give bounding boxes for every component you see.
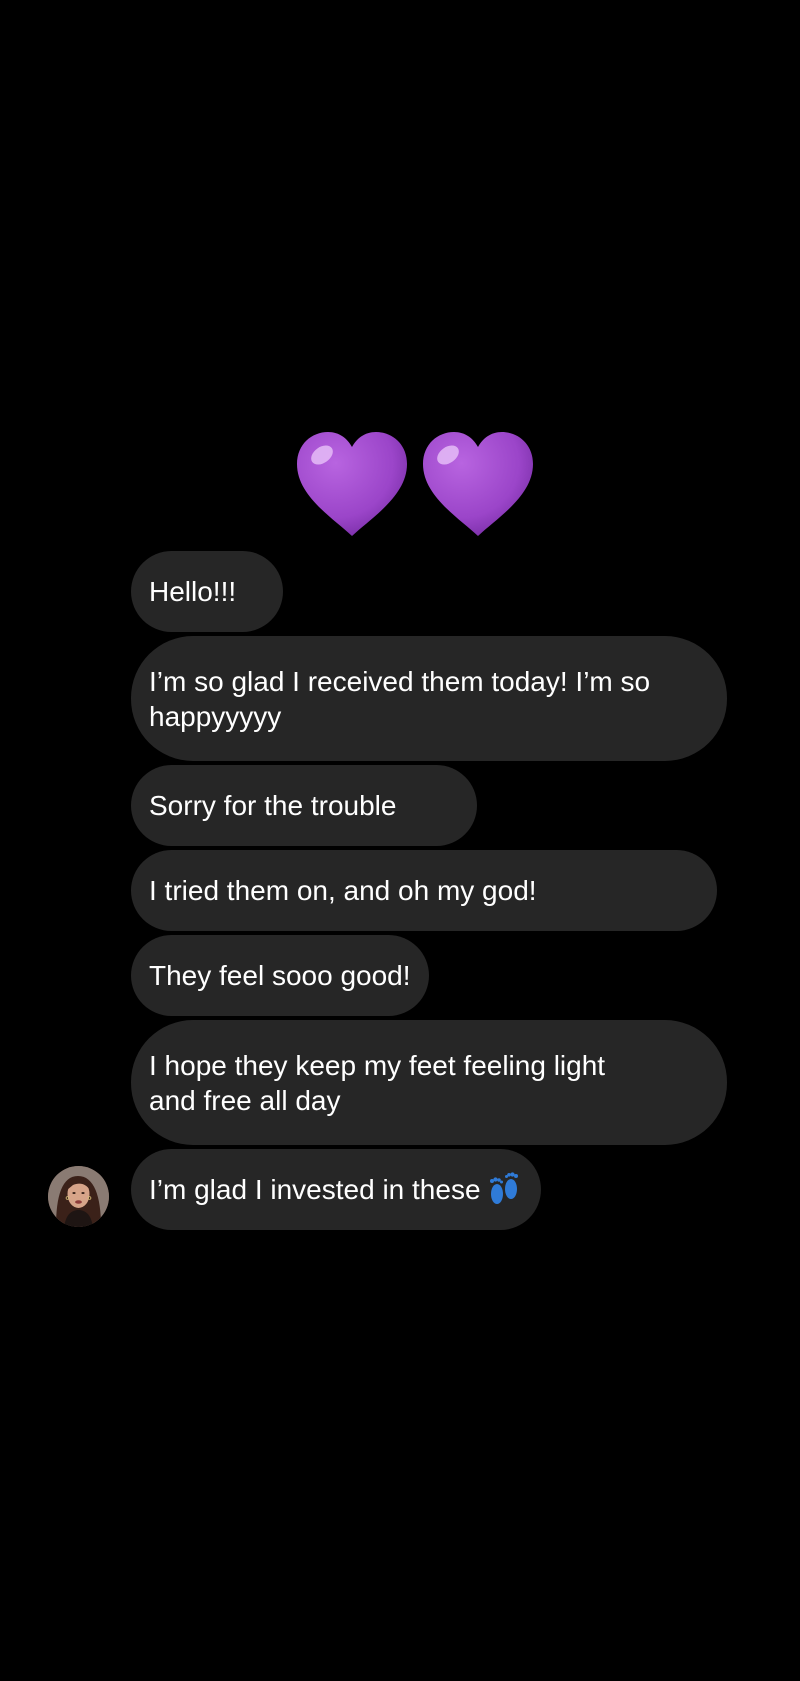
message-text: I’m glad I invested in these xyxy=(149,1174,481,1205)
purple-heart-icon xyxy=(423,432,533,536)
message-text: They feel sooo good! xyxy=(149,960,411,991)
avatar[interactable] xyxy=(48,1166,109,1227)
message-bubble[interactable]: I’m so glad I received them today! I’m s… xyxy=(131,636,727,761)
message-bubble[interactable]: I tried them on, and oh my god! xyxy=(131,850,717,931)
footprints-icon xyxy=(489,1171,518,1204)
message-text: Hello!!! xyxy=(149,576,237,607)
purple-heart-icon xyxy=(297,432,407,536)
message-text: I tried them on, and oh my god! xyxy=(149,875,537,906)
profile-photo xyxy=(48,1166,109,1227)
message-text: I’m so glad I received them today! I’m s… xyxy=(149,665,651,732)
heart-reaction xyxy=(293,430,538,540)
message-bubble[interactable]: Hello!!! xyxy=(131,551,283,632)
message-bubble[interactable]: I’m glad I invested in these xyxy=(131,1149,541,1230)
message-bubble[interactable]: I hope they keep my feet feeling light a… xyxy=(131,1020,727,1145)
message-text: I hope they keep my feet feeling light a… xyxy=(149,1049,606,1116)
message-bubble[interactable]: Sorry for the trouble xyxy=(131,765,477,846)
message-text: Sorry for the trouble xyxy=(149,790,397,821)
message-bubble[interactable]: They feel sooo good! xyxy=(131,935,429,1016)
